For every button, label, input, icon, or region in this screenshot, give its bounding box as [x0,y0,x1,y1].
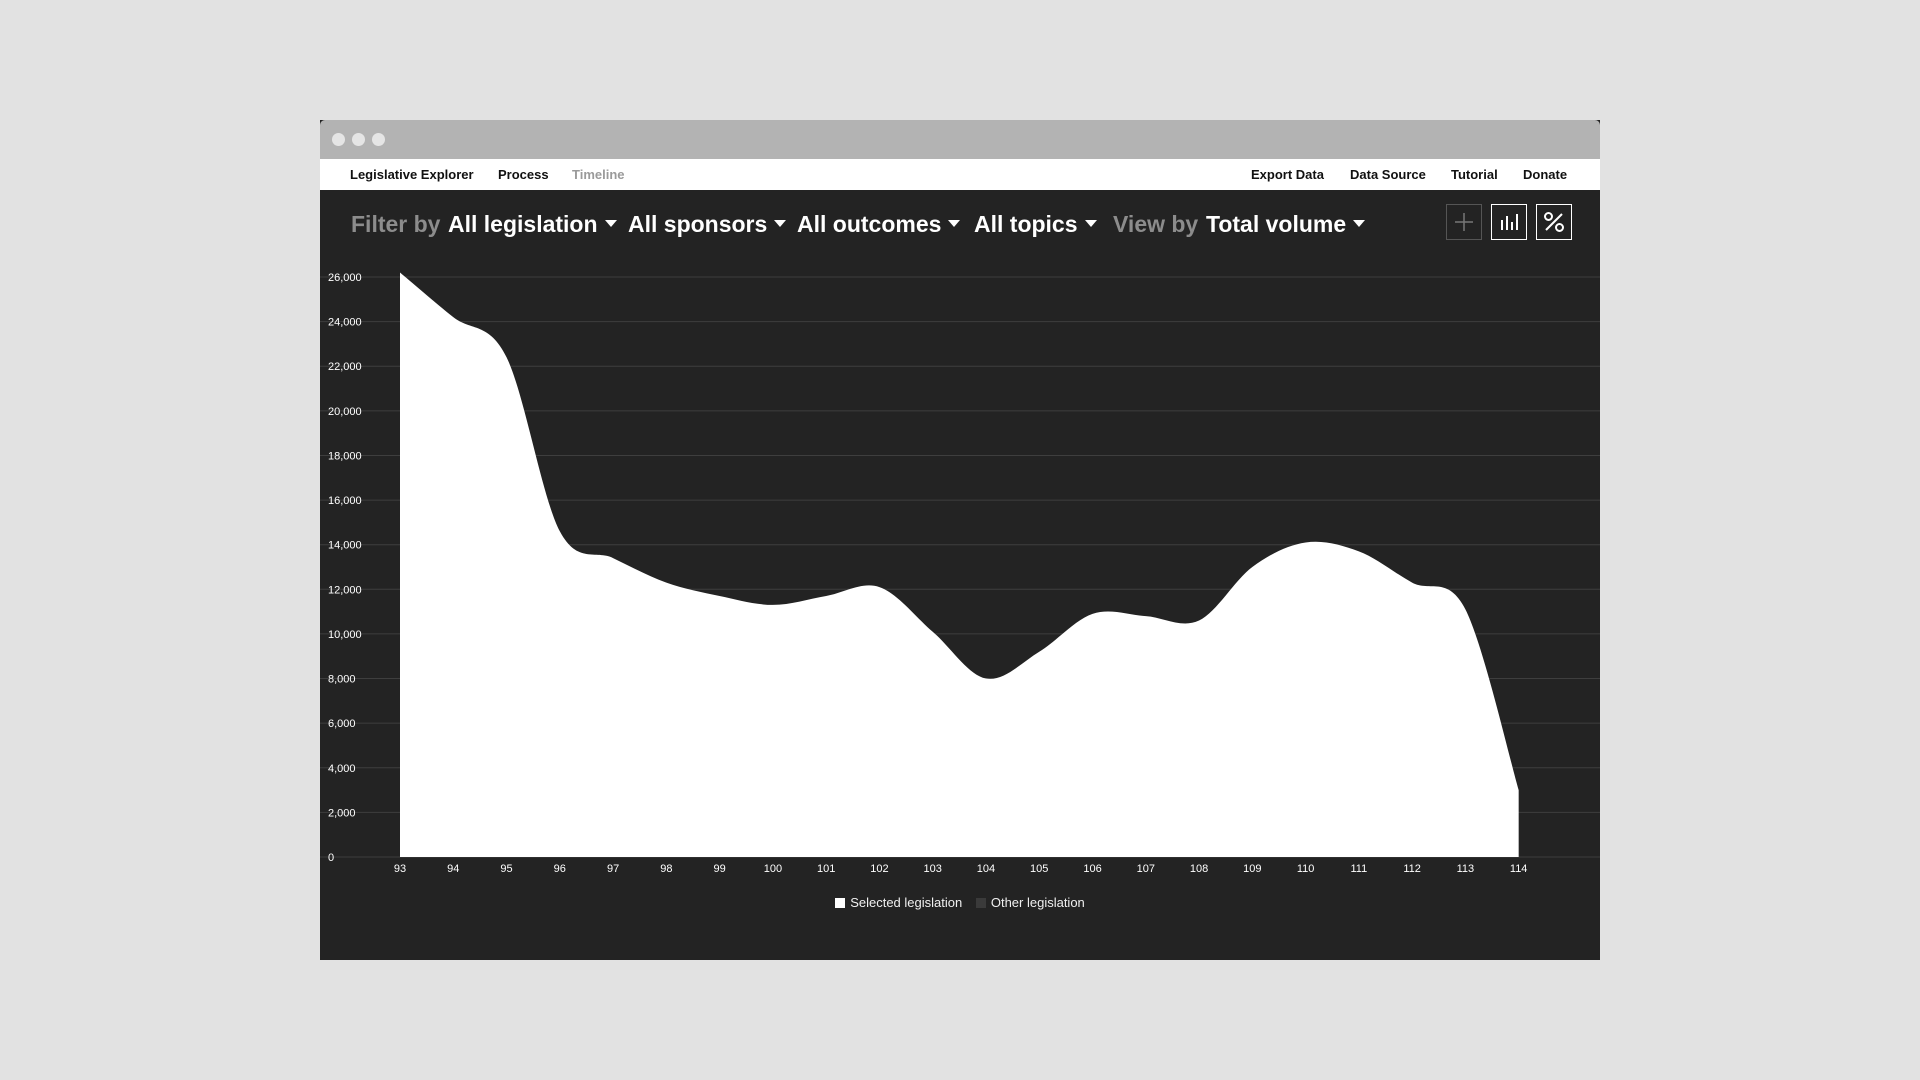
percent-view-button[interactable] [1536,204,1572,240]
x-tick-label: 109 [1243,863,1261,875]
nav-timeline[interactable]: Timeline [572,159,625,190]
window-minimize-dot[interactable] [352,133,365,146]
chevron-down-icon [948,220,961,228]
bar-chart-icon [1501,214,1518,230]
topics-dropdown[interactable]: All topics [974,210,1097,238]
y-tick-label: 20,000 [328,406,362,418]
y-tick-label: 4,000 [328,763,356,775]
x-tick-label: 105 [1030,863,1048,875]
legislation-dropdown-label: All legislation [448,211,598,237]
chart-legend: Selected legislation Other legislation [320,895,1600,910]
x-tick-label: 112 [1403,863,1421,875]
window-titlebar [320,120,1600,159]
percent-icon [1544,212,1564,232]
x-tick-label: 99 [713,863,725,875]
y-tick-label: 18,000 [328,450,362,462]
x-tick-label: 111 [1350,863,1367,875]
y-tick-label: 14,000 [328,540,362,552]
legend-label-other: Other legislation [990,895,1085,910]
y-tick-label: 10,000 [328,629,362,641]
legislation-dropdown[interactable]: All legislation [448,210,617,238]
add-view-button[interactable] [1446,204,1482,240]
nav-process[interactable]: Process [498,159,549,190]
chevron-down-icon [774,220,787,228]
nav-donate[interactable]: Donate [1523,159,1567,190]
legend-item-other: Other legislation [975,895,1085,910]
x-tick-label: 97 [607,863,619,875]
view-dropdown-label: Total volume [1206,211,1347,237]
x-tick-label: 107 [1137,863,1155,875]
view-dropdown[interactable]: Total volume [1206,210,1366,238]
x-tick-label: 104 [977,863,995,875]
x-tick-label: 100 [764,863,782,875]
legend-swatch-other [975,898,986,908]
sponsors-dropdown[interactable]: All sponsors [628,210,787,238]
app-window: Legislative Explorer Process Timeline Ex… [320,120,1600,960]
outcomes-dropdown[interactable]: All outcomes [797,210,961,238]
x-tick-label: 106 [1083,863,1101,875]
sponsors-dropdown-label: All sponsors [628,211,768,237]
selected-legislation-area [400,272,1519,857]
y-tick-label: 0 [328,852,334,864]
nav-export-data[interactable]: Export Data [1251,159,1324,190]
x-tick-label: 98 [660,863,672,875]
x-tick-label: 93 [394,863,406,875]
top-nav: Legislative Explorer Process Timeline Ex… [320,159,1600,190]
legend-swatch-selected [835,898,846,908]
nav-tutorial[interactable]: Tutorial [1451,159,1498,190]
x-tick-label: 102 [870,863,888,875]
nav-data-source[interactable]: Data Source [1350,159,1426,190]
bar-chart-view-button[interactable] [1491,204,1527,240]
window-maximize-dot[interactable] [372,133,385,146]
area-chart-svg: 0 2,000 4,000 6,000 8,000 10,000 12,000 14,000 1… [320,272,1600,875]
y-tick-label: 22,000 [328,361,362,373]
legend-item-selected: Selected legislation [835,895,962,910]
plus-icon [1455,213,1473,231]
x-tick-label: 94 [447,863,459,875]
window-close-dot[interactable] [332,133,345,146]
x-tick-label: 95 [500,863,512,875]
y-tick-label: 24,000 [328,317,362,329]
filter-by-label: Filter by [351,211,441,237]
y-tick-label: 6,000 [328,718,356,730]
nav-legislative-explorer[interactable]: Legislative Explorer [350,159,474,190]
x-tick-label: 96 [554,863,566,875]
x-tick-label: 101 [817,863,835,875]
y-tick-label: 8,000 [328,674,356,686]
chevron-down-icon [1353,220,1366,228]
view-by-label: View by [1113,211,1199,237]
chevron-down-icon [1084,220,1097,228]
volume-chart: 0 2,000 4,000 6,000 8,000 10,000 12,000 14,000 1… [320,256,1600,960]
topics-dropdown-label: All topics [974,211,1078,237]
y-tick-label: 12,000 [328,584,362,596]
x-tick-label: 114 [1510,863,1528,875]
x-tick-label: 113 [1457,863,1475,875]
x-tick-label: 110 [1297,863,1315,875]
outcomes-dropdown-label: All outcomes [797,211,942,237]
x-tick-label: 108 [1190,863,1208,875]
filter-bar: Filter by All legislation All sponsors A… [320,190,1600,256]
y-tick-label: 26,000 [328,272,362,284]
chevron-down-icon [604,220,617,228]
y-tick-label: 2,000 [328,807,356,819]
y-tick-label: 16,000 [328,495,362,507]
legend-label-selected: Selected legislation [850,895,963,910]
x-tick-label: 103 [924,863,942,875]
